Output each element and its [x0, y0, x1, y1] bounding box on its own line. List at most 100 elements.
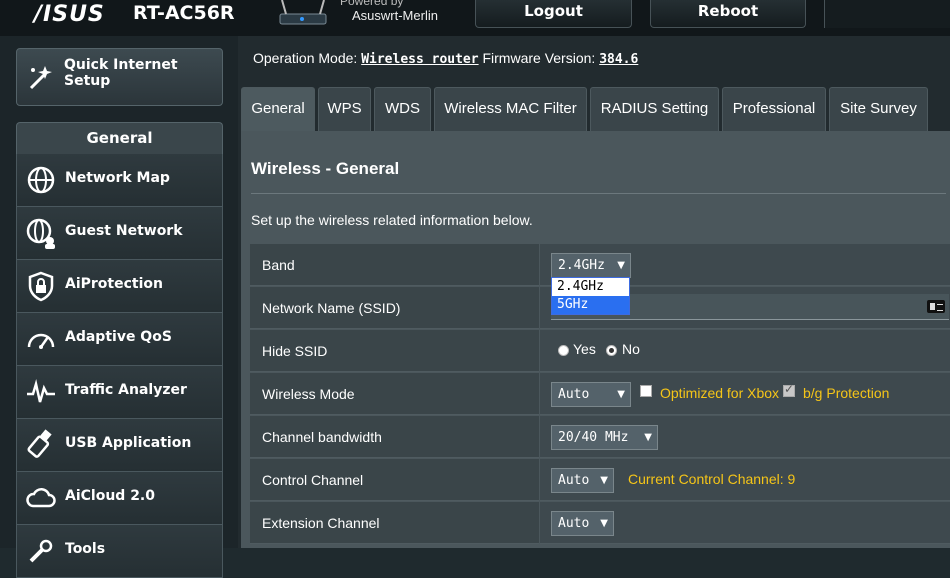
usb-icon [27, 429, 52, 458]
wireless-mode-label: Wireless Mode [250, 373, 539, 415]
firmware-brand: Asuswrt-Merlin [352, 8, 438, 23]
extension-channel-select-value: Auto [558, 516, 590, 531]
sidebar-item-adaptive-qos[interactable]: Adaptive QoS [16, 313, 223, 366]
cloud-icon [26, 488, 56, 508]
tab-wireless-mac-filter[interactable]: Wireless MAC Filter [434, 87, 587, 131]
channel-bandwidth-row: Channel bandwidth 20/40 MHz ▼ [250, 416, 950, 459]
band-select-value: 2.4GHz [558, 258, 605, 273]
sidebar-item-traffic-analyzer[interactable]: Traffic Analyzer [16, 366, 223, 419]
xbox-optimize-checkbox[interactable] [640, 385, 652, 397]
top-header: /ISUS RT-AC56R Powered by Asuswrt-Merlin… [0, 0, 950, 36]
sidebar-item-label: AiCloud 2.0 [65, 488, 155, 504]
id-card-icon[interactable] [927, 300, 945, 313]
wireless-mode-value-cell: Auto ▼ Optimized for Xbox b/g Protection [540, 373, 950, 415]
pulse-icon [27, 379, 55, 403]
sidebar-item-label: Adaptive QoS [65, 329, 172, 345]
wireless-mode-row: Wireless Mode Auto ▼ Optimized for Xbox … [250, 373, 950, 416]
sidebar-item-usb-application[interactable]: USB Application [16, 419, 223, 472]
main-content: Operation Mode: Wireless router Firmware… [238, 36, 950, 548]
chevron-down-icon: ▼ [644, 432, 652, 443]
band-option-2-4ghz[interactable]: 2.4GHz [552, 278, 629, 296]
tools-icon [29, 539, 53, 563]
tab-general[interactable]: General [241, 87, 315, 131]
operation-mode-link[interactable]: Wireless router [361, 52, 478, 67]
quick-internet-setup-label: Quick Internet Setup [64, 57, 178, 89]
channel-bandwidth-select[interactable]: 20/40 MHz ▼ [551, 425, 658, 450]
band-select[interactable]: 2.4GHz ▼ [551, 253, 631, 278]
bg-protection-label: b/g Protection [803, 385, 890, 401]
hide-ssid-yes-label: Yes [573, 341, 596, 357]
operation-mode-label: Operation Mode: [253, 50, 358, 66]
sidebar-item-label: Tools [65, 541, 106, 557]
page-title: Wireless - General [251, 159, 400, 178]
sidebar: Quick Internet Setup General Network Map… [0, 36, 238, 578]
tab-site-survey[interactable]: Site Survey [829, 87, 928, 131]
tab-wps[interactable]: WPS [318, 87, 371, 131]
control-channel-select-value: Auto [558, 473, 590, 488]
xbox-optimize-label: Optimized for Xbox [660, 385, 780, 401]
quick-internet-setup-button[interactable]: Quick Internet Setup [16, 48, 223, 106]
wireless-mode-select[interactable]: Auto ▼ [551, 382, 631, 407]
ssid-label: Network Name (SSID) [250, 287, 539, 329]
wand-icon [29, 66, 52, 90]
bg-protection-checkbox[interactable] [783, 382, 795, 397]
status-line: Operation Mode: Wireless router Firmware… [253, 50, 638, 67]
band-label: Band [250, 244, 539, 286]
sidebar-item-aiprotection[interactable]: AiProtection [16, 260, 223, 313]
sidebar-item-network-map[interactable]: Network Map [16, 154, 223, 207]
powered-by-text: Powered by [340, 0, 404, 8]
page-description: Set up the wireless related information … [251, 212, 533, 228]
chevron-down-icon: ▼ [600, 475, 608, 486]
tab-professional[interactable]: Professional [722, 87, 826, 131]
extension-channel-label: Extension Channel [250, 502, 539, 544]
chevron-down-icon: ▼ [617, 389, 625, 400]
guest-globe-icon [26, 218, 55, 249]
globe-icon [27, 166, 55, 194]
sidebar-item-label: Guest Network [65, 223, 183, 239]
hide-ssid-label: Hide SSID [250, 330, 539, 372]
control-channel-label: Control Channel [250, 459, 539, 501]
extension-channel-select[interactable]: Auto ▼ [551, 511, 614, 536]
control-channel-row: Control Channel Auto ▼ Current Control C… [250, 459, 950, 502]
brand-logo: /ISUS [34, 2, 105, 27]
sidebar-section-general: General [16, 122, 223, 154]
channel-bandwidth-select-value: 20/40 MHz [558, 430, 629, 445]
hide-ssid-no-label: No [622, 341, 640, 357]
sidebar-item-label: AiProtection [65, 276, 163, 292]
speedometer-icon [27, 333, 55, 349]
sidebar-item-aicloud[interactable]: AiCloud 2.0 [16, 472, 223, 525]
language-selector[interactable] [824, 0, 950, 28]
firmware-version-link[interactable]: 384.6 [599, 52, 638, 67]
hide-ssid-value-cell: Yes No [540, 330, 950, 372]
band-option-5ghz[interactable]: 5GHz [552, 296, 629, 314]
hide-ssid-row: Hide SSID Yes No [250, 330, 950, 373]
hide-ssid-no-radio[interactable] [606, 345, 617, 356]
tab-radius-setting[interactable]: RADIUS Setting [590, 87, 719, 131]
wireless-mode-select-value: Auto [558, 387, 590, 402]
chevron-down-icon: ▼ [600, 518, 608, 529]
sidebar-item-label: Network Map [65, 170, 170, 186]
router-icon [279, 0, 327, 25]
hide-ssid-yes-radio[interactable] [558, 345, 569, 356]
extension-channel-value-cell: Auto ▼ [540, 502, 950, 544]
sidebar-item-label: USB Application [65, 435, 192, 451]
sidebar-item-tools[interactable]: Tools [16, 525, 223, 578]
extension-channel-row: Extension Channel Auto ▼ [250, 502, 950, 545]
channel-bandwidth-label: Channel bandwidth [250, 416, 539, 458]
firmware-label: Firmware Version: [482, 50, 596, 66]
shield-lock-icon [28, 271, 54, 302]
control-channel-value-cell: Auto ▼ Current Control Channel: 9 [540, 459, 950, 501]
control-channel-select[interactable]: Auto ▼ [551, 468, 614, 493]
tab-wds[interactable]: WDS [374, 87, 431, 131]
band-dropdown-list: 2.4GHz 5GHz [551, 277, 630, 315]
wireless-general-panel: Wireless - General Set up the wireless r… [241, 131, 950, 548]
logout-button[interactable]: Logout [475, 0, 632, 28]
current-control-channel: Current Control Channel: 9 [628, 471, 796, 487]
reboot-button[interactable]: Reboot [650, 0, 806, 28]
router-model: RT-AC56R [133, 2, 235, 24]
chevron-down-icon: ▼ [617, 260, 625, 271]
sidebar-item-guest-network[interactable]: Guest Network [16, 207, 223, 260]
sidebar-item-label: Traffic Analyzer [65, 382, 187, 398]
channel-bandwidth-value-cell: 20/40 MHz ▼ [540, 416, 950, 458]
title-divider [251, 193, 946, 194]
